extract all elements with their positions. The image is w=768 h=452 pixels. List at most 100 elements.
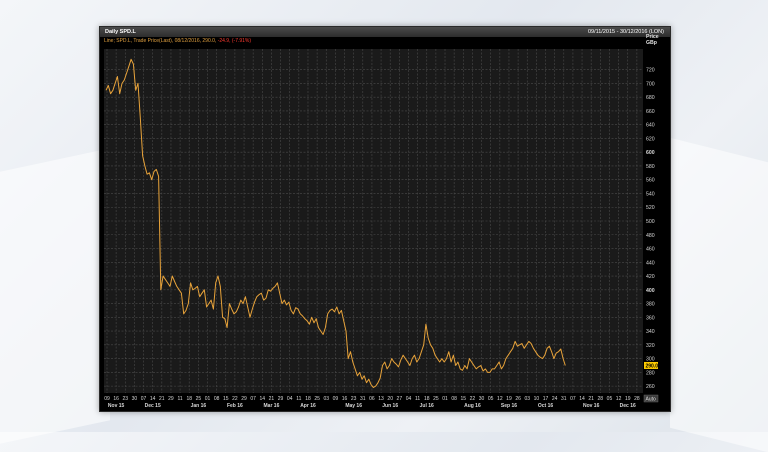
x-tick-label: 28 [634, 396, 640, 402]
x-tick-label: 17 [543, 396, 549, 402]
x-tick-label: 10 [534, 396, 540, 402]
x-tick-label: 15 [223, 396, 229, 402]
x-tick-label: 01 [442, 396, 448, 402]
x-tick-label: 05 [607, 396, 613, 402]
x-month-label: Jun 16 [382, 403, 398, 409]
y-tick-label: 660 [646, 109, 655, 115]
x-tick-label: 05 [488, 396, 494, 402]
x-tick-label: 08 [451, 396, 457, 402]
x-tick-label: 20 [387, 396, 393, 402]
x-month-label: Mar 16 [264, 403, 280, 409]
x-month-label: Apr 16 [300, 403, 316, 409]
x-tick-label: 19 [506, 396, 512, 402]
x-month-label: Oct 16 [538, 403, 554, 409]
x-month-label: Sep 16 [501, 403, 517, 409]
x-tick-label: 21 [159, 396, 165, 402]
x-tick-label: 12 [497, 396, 503, 402]
x-tick-label: 22 [470, 396, 476, 402]
x-month-label: Feb 16 [227, 403, 243, 409]
x-tick-label: 21 [269, 396, 275, 402]
x-tick-label: 07 [570, 396, 576, 402]
x-tick-label: 11 [177, 396, 182, 402]
x-tick-label: 29 [241, 396, 247, 402]
x-month-label: Dec 16 [620, 403, 636, 409]
y-tick-label: 620 [646, 136, 655, 142]
y-tick-label: 520 [646, 205, 655, 211]
y-tick-label: 540 [646, 191, 655, 197]
x-tick-label: 14 [150, 396, 156, 402]
y-tick-label: 680 [646, 95, 655, 101]
x-tick-label: 30 [479, 396, 485, 402]
x-month-label: Nov 16 [583, 403, 600, 409]
x-tick-label: 09 [333, 396, 339, 402]
y-tick-label: 640 [646, 123, 655, 129]
x-month-label: May 16 [345, 403, 362, 409]
x-tick-label: 04 [406, 396, 412, 402]
x-tick-label: 23 [122, 396, 128, 402]
x-tick-label: 18 [424, 396, 430, 402]
x-tick-label: 30 [132, 396, 138, 402]
x-tick-label: 23 [351, 396, 357, 402]
x-tick-label: 11 [415, 396, 420, 402]
y-tick-label: 600 [646, 150, 655, 156]
x-tick-label: 12 [616, 396, 622, 402]
chart-window: Daily SPD.L 09/11/2015 - 30/12/2016 (LON… [99, 26, 671, 412]
current-price-label: 290.0 [646, 363, 659, 369]
background-panel-right [670, 137, 768, 452]
y-tick-label: 340 [646, 329, 655, 335]
x-tick-label: 07 [141, 396, 147, 402]
x-month-label: Jan 16 [191, 403, 207, 409]
x-tick-label: 18 [186, 396, 192, 402]
x-tick-label: 22 [232, 396, 238, 402]
y-tick-label: 480 [646, 233, 655, 239]
price-axis-unit: GBp [646, 40, 657, 46]
y-tick-label: 320 [646, 343, 655, 349]
x-tick-label: 03 [524, 396, 530, 402]
x-tick-label: 31 [561, 396, 567, 402]
x-tick-label: 19 [625, 396, 631, 402]
x-tick-label: 16 [342, 396, 348, 402]
x-tick-label: 06 [369, 396, 375, 402]
x-tick-label: 13 [378, 396, 384, 402]
x-tick-label: 14 [579, 396, 585, 402]
x-tick-label: 25 [196, 396, 202, 402]
x-tick-label: 18 [305, 396, 311, 402]
x-tick-label: 08 [214, 396, 220, 402]
y-tick-label: 400 [646, 288, 655, 294]
x-tick-label: 21 [588, 396, 594, 402]
x-tick-label: 01 [205, 396, 211, 402]
y-tick-label: 460 [646, 247, 655, 253]
y-tick-label: 440 [646, 260, 655, 266]
y-tick-label: 500 [646, 219, 655, 225]
x-tick-label: 29 [278, 396, 284, 402]
y-tick-label: 280 [646, 370, 655, 376]
x-tick-label: 25 [433, 396, 439, 402]
x-tick-label: 11 [296, 396, 301, 402]
x-tick-label: 25 [314, 396, 320, 402]
x-tick-label: 09 [104, 396, 110, 402]
background-panel-left [0, 148, 110, 444]
y-tick-label: 420 [646, 274, 655, 280]
x-tick-label: 15 [461, 396, 467, 402]
y-tick-label: 380 [646, 302, 655, 308]
auto-scale-label: Auto [646, 397, 657, 403]
y-tick-label: 720 [646, 68, 655, 74]
x-tick-label: 16 [113, 396, 119, 402]
x-tick-label: 14 [260, 396, 266, 402]
x-tick-label: 27 [397, 396, 403, 402]
y-tick-label: 560 [646, 178, 655, 184]
y-tick-label: 360 [646, 315, 655, 321]
x-tick-label: 07 [250, 396, 256, 402]
x-tick-label: 04 [287, 396, 293, 402]
x-month-label: Nov 15 [108, 403, 125, 409]
y-tick-label: 300 [646, 357, 655, 363]
y-tick-label: 260 [646, 384, 655, 390]
x-month-label: Dec 15 [145, 403, 161, 409]
x-month-label: Jul 16 [420, 403, 434, 409]
x-tick-label: 24 [552, 396, 558, 402]
x-tick-label: 31 [360, 396, 366, 402]
x-tick-label: 29 [168, 396, 174, 402]
x-tick-label: 03 [323, 396, 329, 402]
price-chart: 2602803003203403603804004204404604805005… [104, 34, 659, 409]
y-tick-label: 580 [646, 164, 655, 170]
